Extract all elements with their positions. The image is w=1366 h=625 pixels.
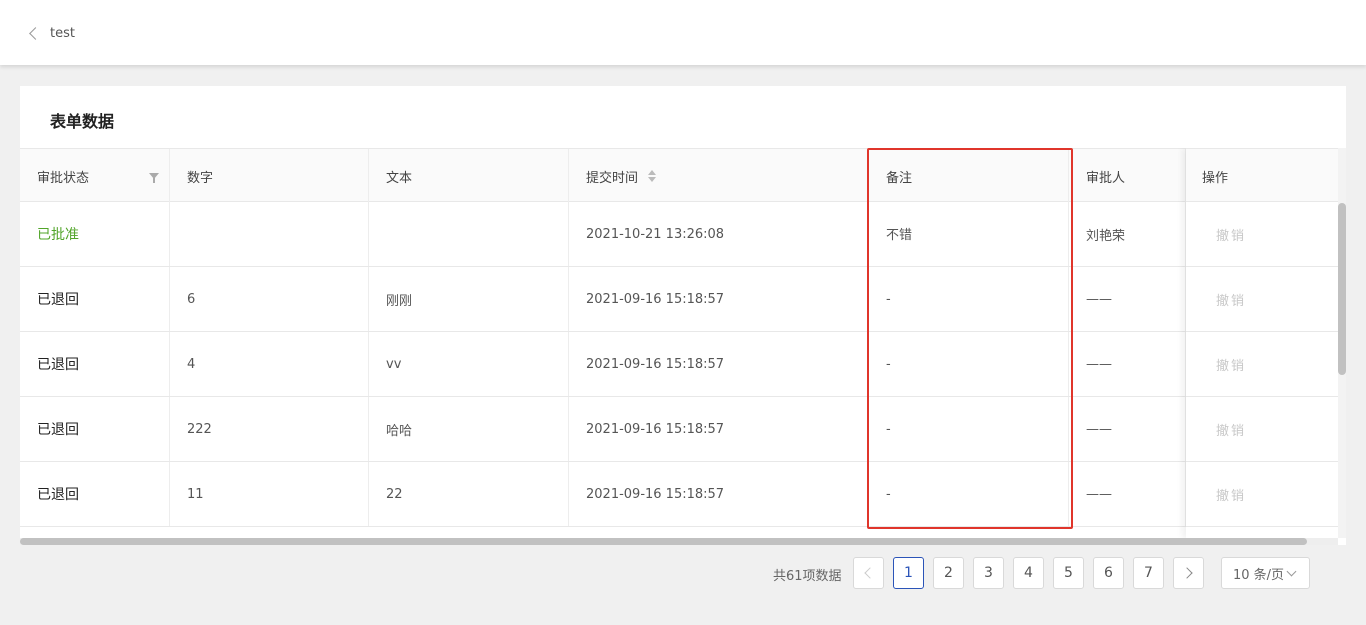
page-size-value: 10 条/页 <box>1233 567 1285 583</box>
cell-status: 已退回 <box>20 267 170 331</box>
sort-icon[interactable] <box>648 170 657 182</box>
cell-approver: —— <box>1069 267 1186 331</box>
table-header: 审批状态 数字 文本 提交时间 备注 审批人 操作 <box>20 148 1338 203</box>
table-row: 已批准 2021-10-21 13:26:08 不错 刘艳荣 撤销 <box>20 202 1338 267</box>
cell-approver: —— <box>1069 332 1186 396</box>
cell-status: 已退回 <box>20 397 170 461</box>
page-button-7[interactable]: 7 <box>1133 557 1164 589</box>
cell-remark: 不错 <box>869 202 1069 266</box>
back-button[interactable]: test <box>28 24 75 42</box>
horizontal-scroll-thumb[interactable] <box>20 538 1307 545</box>
card-title: 表单数据 <box>50 112 115 131</box>
cell-remark: - <box>869 462 1069 526</box>
pagination: 共61项数据 1234567 10 条/页 <box>0 557 1366 589</box>
filter-icon[interactable] <box>149 173 159 183</box>
col-action-header: 操作 <box>1186 149 1338 203</box>
revoke-button[interactable]: 撤销 <box>1186 397 1338 461</box>
col-number-header: 数字 <box>170 149 369 203</box>
col-submitted-header[interactable]: 提交时间 <box>569 149 869 203</box>
total-count: 共61项数据 <box>773 569 842 584</box>
col-status-label: 审批状态 <box>37 170 90 186</box>
cell-number: 222 <box>170 397 369 461</box>
page-button-4[interactable]: 4 <box>1013 557 1044 589</box>
col-approver-label: 审批人 <box>1086 170 1126 186</box>
cell-submitted: 2021-10-21 13:26:08 <box>569 202 869 266</box>
col-number-label: 数字 <box>187 170 214 186</box>
col-remark-header: 备注 <box>869 149 1069 203</box>
cell-submitted: 2021-09-16 15:18:57 <box>569 332 869 396</box>
col-status-header: 审批状态 <box>20 149 170 203</box>
chevron-right-icon <box>1181 567 1193 579</box>
col-approver-header: 审批人 <box>1069 149 1186 203</box>
cell-remark: - <box>869 332 1069 396</box>
cell-text: 22 <box>369 462 569 526</box>
cell-text <box>369 202 569 266</box>
col-action-label: 操作 <box>1202 170 1229 186</box>
revoke-button[interactable]: 撤销 <box>1186 462 1338 526</box>
cell-remark: - <box>869 267 1069 331</box>
cell-remark: - <box>869 397 1069 461</box>
page-button-2[interactable]: 2 <box>933 557 964 589</box>
cell-status: 已退回 <box>20 332 170 396</box>
revoke-button[interactable]: 撤销 <box>1186 332 1338 396</box>
cell-number: 4 <box>170 332 369 396</box>
page-button-3[interactable]: 3 <box>973 557 1004 589</box>
page-button-1[interactable]: 1 <box>893 557 924 589</box>
table-row: 已退回 222 哈哈 2021-09-16 15:18:57- —— 撤销 <box>20 397 1338 462</box>
cell-submitted: 2021-09-16 15:18:57 <box>569 267 869 331</box>
prev-page-button[interactable] <box>853 557 884 589</box>
chevron-down-icon <box>1286 566 1297 576</box>
cell-text: 哈哈 <box>369 397 569 461</box>
col-remark-label: 备注 <box>886 170 913 186</box>
cell-text: 刚刚 <box>369 267 569 331</box>
cell-approver: —— <box>1069 397 1186 461</box>
data-table: 审批状态 数字 文本 提交时间 备注 审批人 操作 已批准 2021-10-21… <box>20 148 1338 538</box>
next-page-button[interactable] <box>1173 557 1204 589</box>
page-button-5[interactable]: 5 <box>1053 557 1084 589</box>
cell-status: 已批准 <box>20 202 170 266</box>
table-row: 已退回 11 22 2021-09-16 15:18:57- —— 撤销 <box>20 462 1338 527</box>
table-row: 已退回 6 刚刚 2021-09-16 15:18:57- —— 撤销 <box>20 267 1338 332</box>
chevron-left-icon <box>864 567 876 579</box>
page-button-6[interactable]: 6 <box>1093 557 1124 589</box>
cell-text: vv <box>369 332 569 396</box>
vertical-scrollbar[interactable] <box>1338 148 1346 538</box>
top-bar: test <box>0 0 1366 65</box>
page-size-select[interactable]: 10 条/页 <box>1221 557 1310 589</box>
horizontal-scrollbar[interactable] <box>20 538 1338 545</box>
cell-number: 6 <box>170 267 369 331</box>
col-submitted-label: 提交时间 <box>586 170 639 186</box>
cell-submitted: 2021-09-16 15:18:57 <box>569 397 869 461</box>
table-row: 已退回 4 vv 2021-09-16 15:18:57- —— 撤销 <box>20 332 1338 397</box>
cell-status: 已退回 <box>20 462 170 526</box>
cell-approver: —— <box>1069 462 1186 526</box>
cell-number: 11 <box>170 462 369 526</box>
chevron-left-icon <box>29 26 42 40</box>
col-text-label: 文本 <box>386 170 413 186</box>
back-label: test <box>50 25 75 41</box>
vertical-scroll-thumb[interactable] <box>1338 203 1346 375</box>
cell-number <box>170 202 369 266</box>
col-text-header: 文本 <box>369 149 569 203</box>
revoke-button[interactable]: 撤销 <box>1186 267 1338 331</box>
cell-approver: 刘艳荣 <box>1069 202 1186 266</box>
cell-submitted: 2021-09-16 15:18:57 <box>569 462 869 526</box>
form-data-card: 表单数据 审批状态 数字 文本 提交时间 备注 审批人 操作 已批准 2021-… <box>20 86 1346 545</box>
revoke-button[interactable]: 撤销 <box>1186 202 1338 266</box>
